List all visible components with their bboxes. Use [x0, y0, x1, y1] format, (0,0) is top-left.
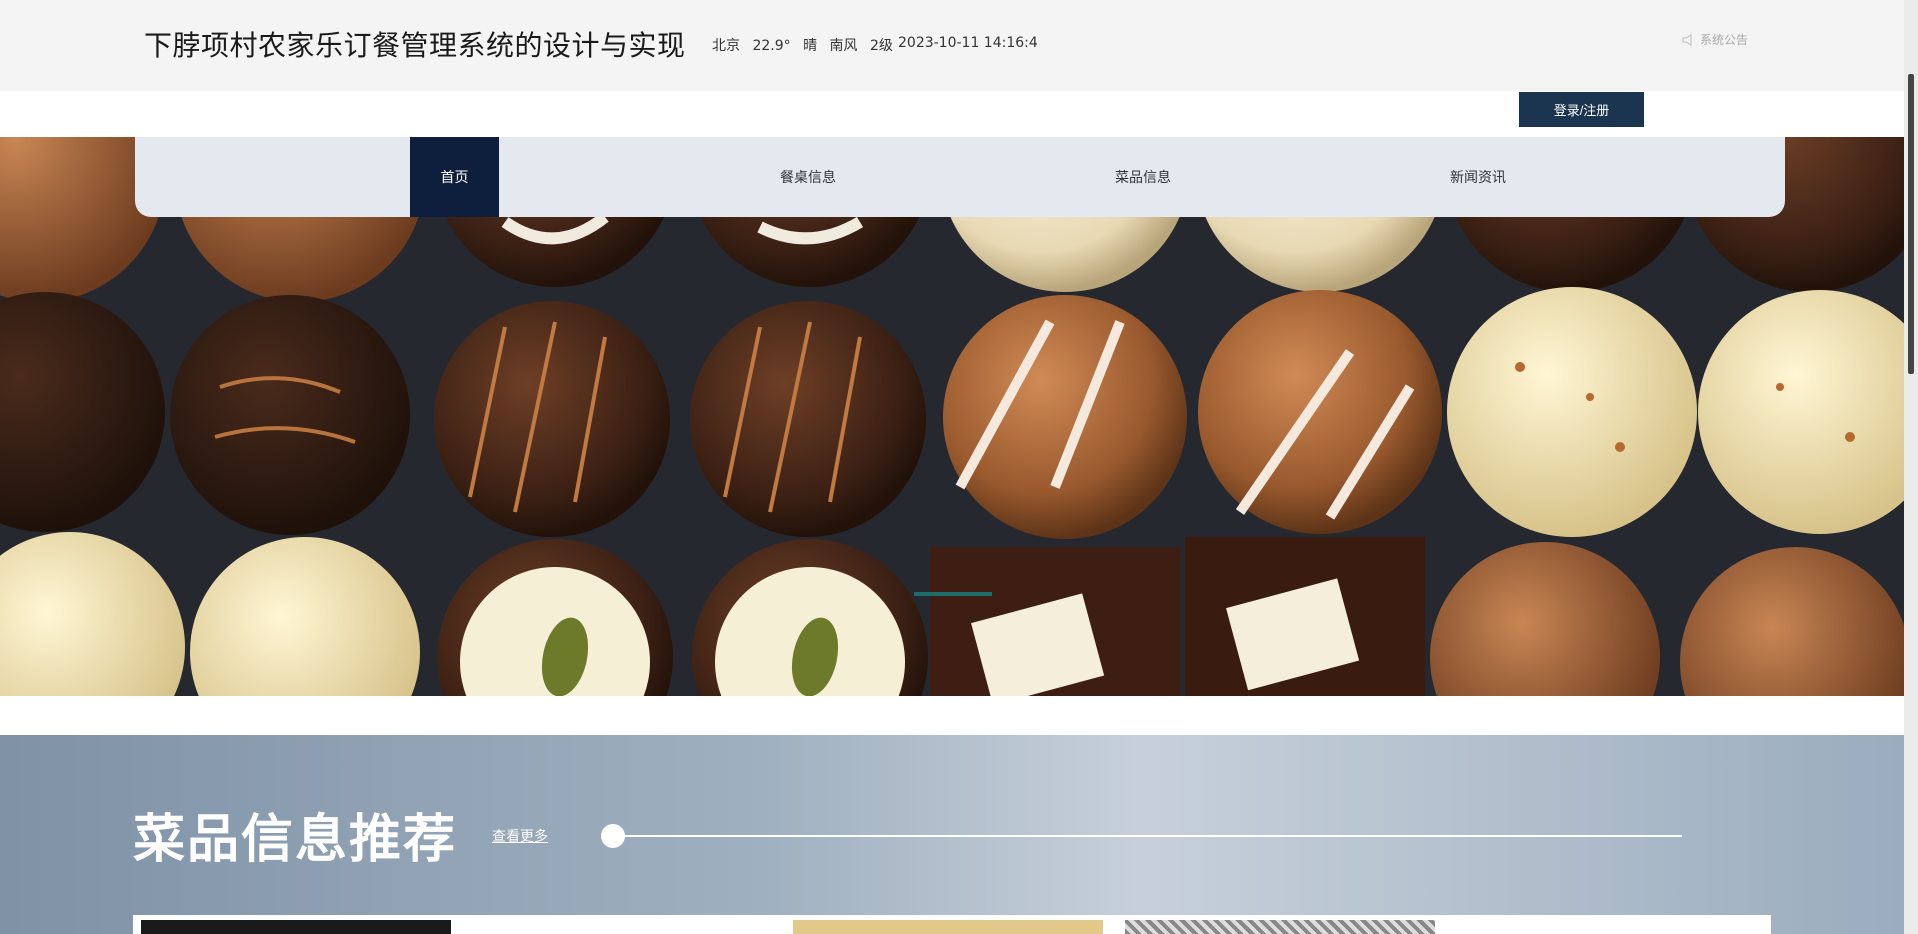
nav-item-news[interactable]: 新闻资讯: [1378, 137, 1578, 217]
weather-widget: 北京 22.9° 晴 南风 2级: [712, 35, 901, 55]
scrollbar-thumb[interactable]: [1908, 74, 1914, 374]
weather-city: 北京: [712, 38, 740, 54]
banner-image: [0, 137, 1904, 696]
megaphone-icon: [1682, 33, 1692, 46]
dish-card-image[interactable]: [141, 920, 451, 934]
top-header: 下脖项村农家乐订餐管理系统的设计与实现 北京 22.9° 晴 南风 2级 202…: [0, 0, 1918, 91]
dish-card-image[interactable]: [1125, 920, 1435, 934]
dish-card-image[interactable]: [793, 920, 1103, 934]
view-more-link[interactable]: 查看更多: [492, 826, 548, 846]
slider-handle[interactable]: [601, 824, 625, 848]
section-title: 菜品信息推荐: [133, 810, 458, 870]
dish-recommend-section: 菜品信息推荐 查看更多: [0, 735, 1904, 934]
site-title: 下脖项村农家乐订餐管理系统的设计与实现: [144, 29, 686, 62]
nav-item-home[interactable]: 首页: [410, 137, 499, 217]
login-register-button[interactable]: 登录/注册: [1519, 92, 1644, 127]
system-notice-link[interactable]: 系统公告: [1682, 31, 1748, 48]
weather-wind-level: 2级: [869, 38, 893, 54]
weather-condition: 晴: [803, 38, 818, 54]
current-datetime: 2023-10-11 14:16:4: [898, 35, 1038, 51]
main-navigation: 首页 餐桌信息 菜品信息 新闻资讯: [135, 137, 1785, 217]
banner-carousel[interactable]: [0, 137, 1904, 696]
dish-card-row: [133, 915, 1771, 934]
weather-wind-direction: 南风: [829, 38, 858, 54]
slider-track[interactable]: [612, 835, 1682, 837]
carousel-indicator[interactable]: [914, 592, 992, 596]
weather-temperature: 22.9°: [752, 38, 791, 54]
system-notice-label: 系统公告: [1700, 33, 1749, 47]
nav-item-dishes[interactable]: 菜品信息: [1043, 137, 1243, 217]
nav-item-tables[interactable]: 餐桌信息: [708, 137, 908, 217]
